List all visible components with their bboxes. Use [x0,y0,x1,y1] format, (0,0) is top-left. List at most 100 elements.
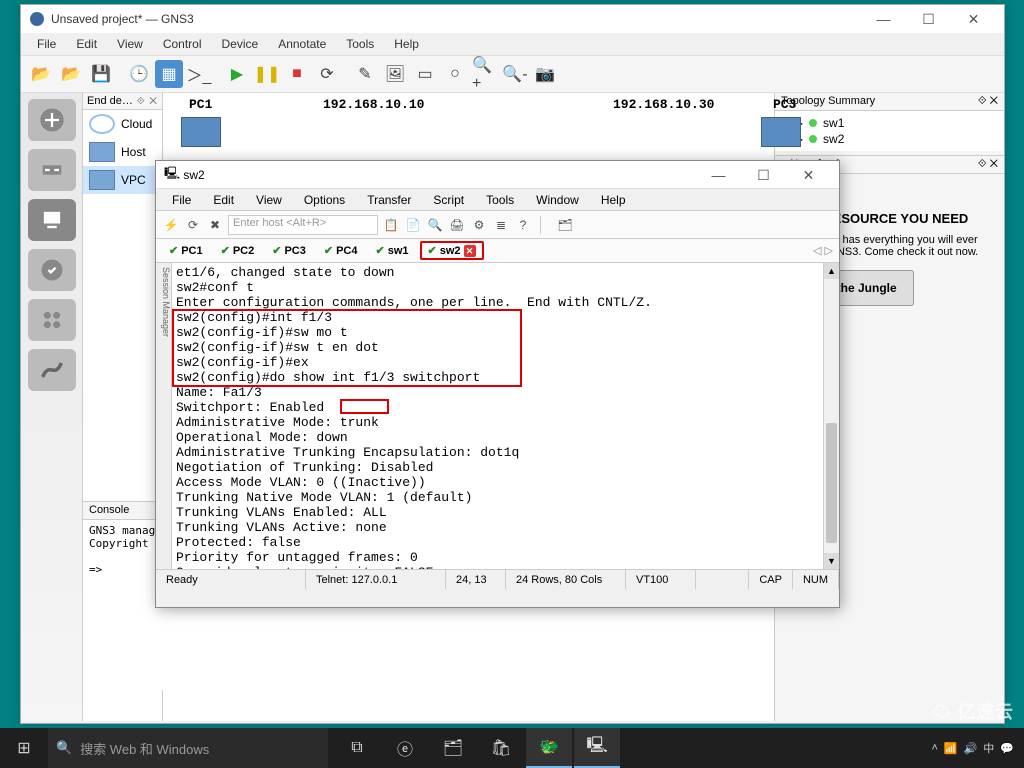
panel-controls-icon[interactable]: ⟐ ✕ [137,96,158,107]
edge-icon[interactable]: ⓔ [382,728,428,768]
start-button[interactable]: ⊞ [0,728,48,768]
note-icon[interactable]: ✎ [351,60,379,88]
tray-network-icon[interactable]: 📶 [944,742,958,755]
switch-category-icon[interactable] [28,149,76,191]
menu-control[interactable]: Control [155,35,210,53]
terminal-task-icon[interactable]: 🖳 [574,728,620,768]
all-category-icon[interactable] [28,299,76,341]
topo-controls-icon[interactable]: ⟐ ✕ [978,95,998,108]
term-close-button[interactable]: ✕ [786,161,831,189]
menu-annotate[interactable]: Annotate [270,35,334,53]
term-menu-script[interactable]: Script [423,191,474,209]
reload-icon[interactable]: ⟳ [313,60,341,88]
zoomout-icon[interactable]: 🔍- [501,60,529,88]
scroll-thumb[interactable] [826,423,837,543]
device-cloud[interactable]: Cloud [83,110,162,138]
tab-scroll-icon[interactable]: ◁ ▷ [813,244,833,257]
term-minimize-button[interactable]: — [696,161,741,189]
disconnect-icon[interactable]: ✖ [206,216,224,234]
terminal-scrollbar[interactable]: ▲ ▼ [823,263,839,569]
tab-sw2[interactable]: ✔sw2✕ [420,241,484,260]
tab-pc2[interactable]: ✔PC2 [214,242,262,259]
term-menu-edit[interactable]: Edit [203,191,244,209]
menu-edit[interactable]: Edit [68,35,105,53]
scroll-down-icon[interactable]: ▼ [824,553,839,569]
session-icon[interactable]: 🗂 [556,216,574,234]
device-host[interactable]: Host [83,138,162,166]
clock-icon[interactable]: 🕒 [125,60,153,88]
term-menu-help[interactable]: Help [591,191,636,209]
session-manager-label[interactable]: Session Manager [156,263,172,569]
menu-view[interactable]: View [109,35,151,53]
gns3-titlebar[interactable]: Unsaved project* — GNS3 — ☐ ✕ [21,5,1004,33]
topo-item-sw1[interactable]: ▸sw1 [781,115,998,131]
tray-ime-icon[interactable]: 中 [983,740,994,756]
tray-up-icon[interactable]: ˄ [931,742,937,754]
find-icon[interactable]: 🔍 [426,216,444,234]
copy-icon[interactable]: 📋 [382,216,400,234]
term-menu-transfer[interactable]: Transfer [357,191,421,209]
menu-device[interactable]: Device [214,35,267,53]
router-category-icon[interactable] [28,99,76,141]
tab-close-icon[interactable]: ✕ [464,245,476,257]
scroll-up-icon[interactable]: ▲ [824,263,839,279]
paste-icon[interactable]: 📄 [404,216,422,234]
tab-pc3[interactable]: ✔PC3 [265,242,313,259]
maximize-button[interactable]: ☐ [906,5,951,33]
device-list-title[interactable]: End de… ⟐ ✕ [83,93,162,110]
save-icon[interactable]: 💾 [87,60,115,88]
options-icon[interactable]: ≣ [492,216,510,234]
open-icon[interactable]: 📂 [27,60,55,88]
term-menu-tools[interactable]: Tools [476,191,524,209]
quick-connect-icon[interactable]: ⚡ [162,216,180,234]
tab-pc1[interactable]: ✔PC1 [162,242,210,259]
store-icon[interactable]: 🛍 [478,728,524,768]
terminal-titlebar[interactable]: 🖳 sw2 — ☐ ✕ [156,161,839,189]
canvas-node-pc1[interactable] [181,117,221,147]
gns3-task-icon[interactable]: 🐲 [526,728,572,768]
canvas-node-pc3[interactable] [761,117,801,147]
term-menu-options[interactable]: Options [294,191,355,209]
term-menu-view[interactable]: View [246,191,292,209]
menu-file[interactable]: File [29,35,64,53]
zoomin-icon[interactable]: 🔍+ [471,60,499,88]
topology-summary-title[interactable]: Topology Summary ⟐ ✕ [775,93,1004,111]
system-tray[interactable]: ˄ 📶 🔊 中 💬 [921,740,1024,756]
grid-icon[interactable]: ▦ [155,60,183,88]
news-controls-icon[interactable]: ⟐ ✕ [978,158,998,171]
tray-notifications-icon[interactable]: 💬 [1000,742,1014,755]
host-input[interactable]: Enter host <Alt+R> [228,215,378,235]
device-vpc[interactable]: VPC [83,166,162,194]
term-maximize-button[interactable]: ☐ [741,161,786,189]
close-button[interactable]: ✕ [951,5,996,33]
explorer-icon[interactable]: 🗂 [430,728,476,768]
help-icon[interactable]: ? [514,216,532,234]
link-category-icon[interactable] [28,349,76,391]
open2-icon[interactable]: 📂 [57,60,85,88]
stop-icon[interactable]: ■ [283,60,311,88]
minimize-button[interactable]: — [861,5,906,33]
term-menu-file[interactable]: File [162,191,201,209]
ellipse-icon[interactable]: ○ [441,60,469,88]
tab-pc4[interactable]: ✔PC4 [317,242,365,259]
pause-icon[interactable]: ❚❚ [253,60,281,88]
topo-item-sw2[interactable]: ▸sw2 [781,131,998,147]
menu-help[interactable]: Help [386,35,427,53]
menu-tools[interactable]: Tools [338,35,382,53]
console-icon[interactable]: ＞_ [185,60,213,88]
tray-volume-icon[interactable]: 🔊 [964,742,978,755]
settings-icon[interactable]: ⚙ [470,216,488,234]
play-icon[interactable]: ▶ [223,60,251,88]
tab-sw1[interactable]: ✔sw1 [369,242,416,259]
enddevice-category-icon[interactable] [28,199,76,241]
rect-icon[interactable]: ▭ [411,60,439,88]
screenshot-icon[interactable]: 📷 [531,60,559,88]
taskbar-search[interactable]: 🔍 搜索 Web 和 Windows [48,728,328,768]
taskview-icon[interactable]: ⧉ [334,728,380,768]
print-icon[interactable]: 🖨 [448,216,466,234]
terminal-output[interactable]: et1/6, changed state to down sw2#conf t … [172,263,823,569]
reconnect-icon[interactable]: ⟳ [184,216,202,234]
term-menu-window[interactable]: Window [526,191,589,209]
image-icon[interactable]: 🖼 [381,60,409,88]
security-category-icon[interactable] [28,249,76,291]
